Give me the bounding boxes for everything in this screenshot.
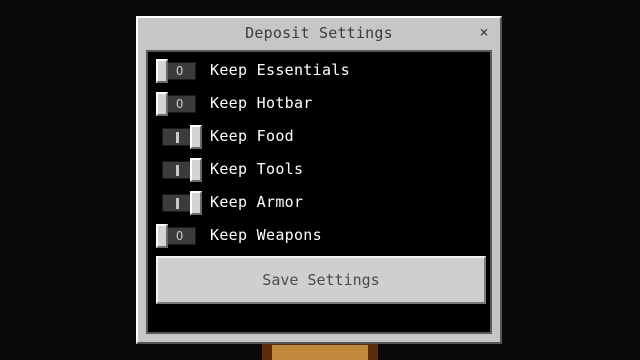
setting-label: Keep Food bbox=[210, 127, 294, 145]
toggle-keep-weapons[interactable]: O bbox=[156, 224, 196, 248]
toggle-knob bbox=[156, 59, 168, 83]
setting-row-keep-weapons: O Keep Weapons bbox=[156, 223, 322, 248]
setting-row-keep-food: Keep Food bbox=[156, 124, 294, 149]
setting-row-keep-essentials: O Keep Essentials bbox=[156, 58, 350, 83]
toggle-knob bbox=[190, 158, 202, 182]
save-settings-button[interactable]: Save Settings bbox=[156, 256, 486, 304]
toggle-keep-food[interactable] bbox=[162, 125, 202, 149]
deposit-settings-dialog: Deposit Settings × O Keep Essentials O K… bbox=[136, 16, 502, 344]
setting-row-keep-armor: Keep Armor bbox=[156, 190, 304, 215]
toggle-keep-hotbar[interactable]: O bbox=[156, 92, 196, 116]
toggle-off-icon: O bbox=[176, 97, 184, 111]
toggle-knob bbox=[190, 125, 202, 149]
toggle-keep-essentials[interactable]: O bbox=[156, 59, 196, 83]
setting-label: Keep Armor bbox=[210, 193, 304, 211]
game-screen: Deposit Settings × O Keep Essentials O K… bbox=[0, 0, 640, 360]
toggle-off-icon: O bbox=[176, 229, 184, 243]
background-lantern-glow bbox=[272, 345, 368, 360]
close-icon: × bbox=[479, 23, 489, 41]
toggle-knob bbox=[156, 224, 168, 248]
dialog-title: Deposit Settings bbox=[245, 24, 393, 42]
toggle-keep-armor[interactable] bbox=[162, 191, 202, 215]
toggle-keep-tools[interactable] bbox=[162, 158, 202, 182]
setting-label: Keep Essentials bbox=[210, 61, 350, 79]
toggle-off-icon: O bbox=[176, 64, 184, 78]
toggle-on-icon bbox=[176, 165, 179, 176]
settings-panel: O Keep Essentials O Keep Hotbar Keep Foo… bbox=[146, 50, 492, 334]
setting-row-keep-hotbar: O Keep Hotbar bbox=[156, 91, 313, 116]
setting-row-keep-tools: Keep Tools bbox=[156, 157, 304, 182]
close-button[interactable]: × bbox=[476, 24, 492, 40]
toggle-on-icon bbox=[176, 132, 179, 143]
toggle-knob bbox=[156, 92, 168, 116]
toggle-knob bbox=[190, 191, 202, 215]
setting-label: Keep Hotbar bbox=[210, 94, 313, 112]
setting-label: Keep Weapons bbox=[210, 226, 322, 244]
toggle-on-icon bbox=[176, 198, 179, 209]
setting-label: Keep Tools bbox=[210, 160, 304, 178]
